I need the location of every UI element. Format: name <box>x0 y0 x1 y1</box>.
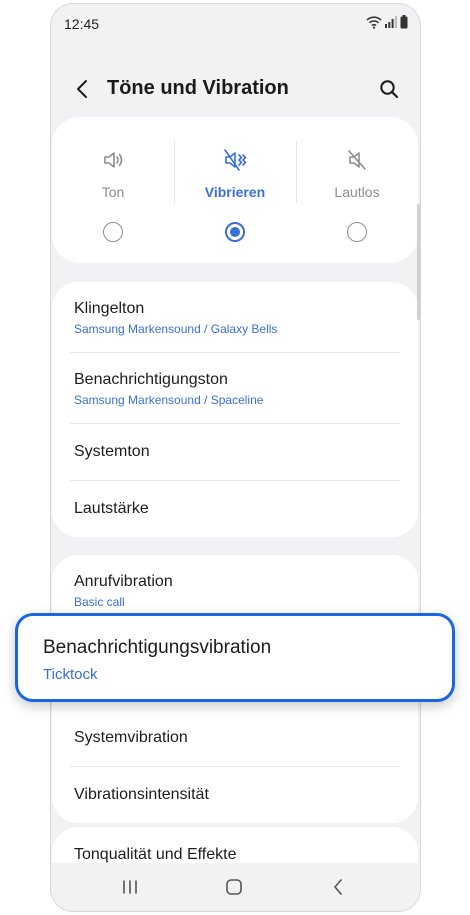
list-item-title: Tonqualität und Effekte <box>74 846 237 863</box>
mode-sound-label: Ton <box>101 184 125 200</box>
back-nav-button[interactable] <box>325 875 351 899</box>
mode-vibrate[interactable]: Vibrieren <box>174 117 296 263</box>
list-item-volume[interactable]: Lautstärke <box>52 481 418 537</box>
recent-apps-icon <box>123 880 137 894</box>
mode-sound-radio[interactable] <box>103 222 123 242</box>
recent-apps-button[interactable] <box>117 875 143 899</box>
back-button[interactable] <box>69 76 95 102</box>
page-title: Töne und Vibration <box>107 77 289 99</box>
status-bar: 12:45 <box>51 4 420 42</box>
list-item-ringtone[interactable]: Klingelton Samsung Markensound / Galaxy … <box>52 282 418 352</box>
sound-mode-selector: Ton Vibrieren Lautlos <box>52 117 418 263</box>
list-item-title: Systemvibration <box>74 729 188 746</box>
list-item-title: Anrufvibration <box>74 573 173 590</box>
highlighted-title: Benachrichtigungsvibration <box>43 637 272 658</box>
app-bar: Töne und Vibration <box>51 64 420 116</box>
mode-sound[interactable]: Ton <box>52 117 174 263</box>
back-nav-icon <box>334 879 342 895</box>
signal-icon <box>385 16 397 28</box>
mute-icon <box>348 150 366 170</box>
mode-mute[interactable]: Lautlos <box>296 117 418 263</box>
list-item-title: Klingelton <box>74 300 145 317</box>
status-time: 12:45 <box>64 16 100 32</box>
speaker-icon <box>104 152 123 168</box>
wifi-icon <box>366 16 382 29</box>
search-icon <box>380 80 399 99</box>
sound-settings-list: Klingelton Samsung Markensound / Galaxy … <box>52 282 418 537</box>
phone-screen: 12:45 Töne und Vibration Ton Vibrieren L… <box>51 4 420 911</box>
list-item-title: Benachrichtigungston <box>74 371 228 388</box>
highlighted-notification-vibration[interactable]: Benachrichtigungsvibration Ticktock <box>15 613 455 702</box>
list-item-subtitle: Basic call <box>74 595 125 609</box>
mode-vibrate-label: Vibrieren <box>204 184 266 200</box>
mode-mute-label: Lautlos <box>334 184 380 200</box>
list-item-notification-sound[interactable]: Benachrichtigungston Samsung Markensound… <box>52 353 418 423</box>
vibrate-icon <box>224 149 247 171</box>
mode-vibrate-radio[interactable] <box>225 222 245 242</box>
list-item-subtitle: Samsung Markensound / Galaxy Bells <box>74 322 278 336</box>
home-button[interactable] <box>221 875 247 899</box>
list-item-subtitle: Samsung Markensound / Spaceline <box>74 393 264 407</box>
navigation-bar <box>51 863 420 911</box>
scrollbar[interactable] <box>417 204 420 320</box>
list-item-vibration-intensity[interactable]: Vibrationsintensität <box>52 767 418 823</box>
list-item-title: Lautstärke <box>74 500 149 517</box>
battery-icon <box>400 15 408 29</box>
mode-mute-radio[interactable] <box>347 222 367 242</box>
list-item-system-vibration[interactable]: Systemvibration <box>52 710 418 766</box>
list-item-title: Vibrationsintensität <box>74 786 209 803</box>
list-item-title: Systemton <box>74 443 150 460</box>
status-icons <box>366 15 408 29</box>
home-icon <box>226 879 242 895</box>
list-item-system-sound[interactable]: Systemton <box>52 424 418 480</box>
highlighted-subtitle: Ticktock <box>43 666 98 683</box>
search-button[interactable] <box>376 76 402 102</box>
chevron-left-icon <box>77 80 87 98</box>
